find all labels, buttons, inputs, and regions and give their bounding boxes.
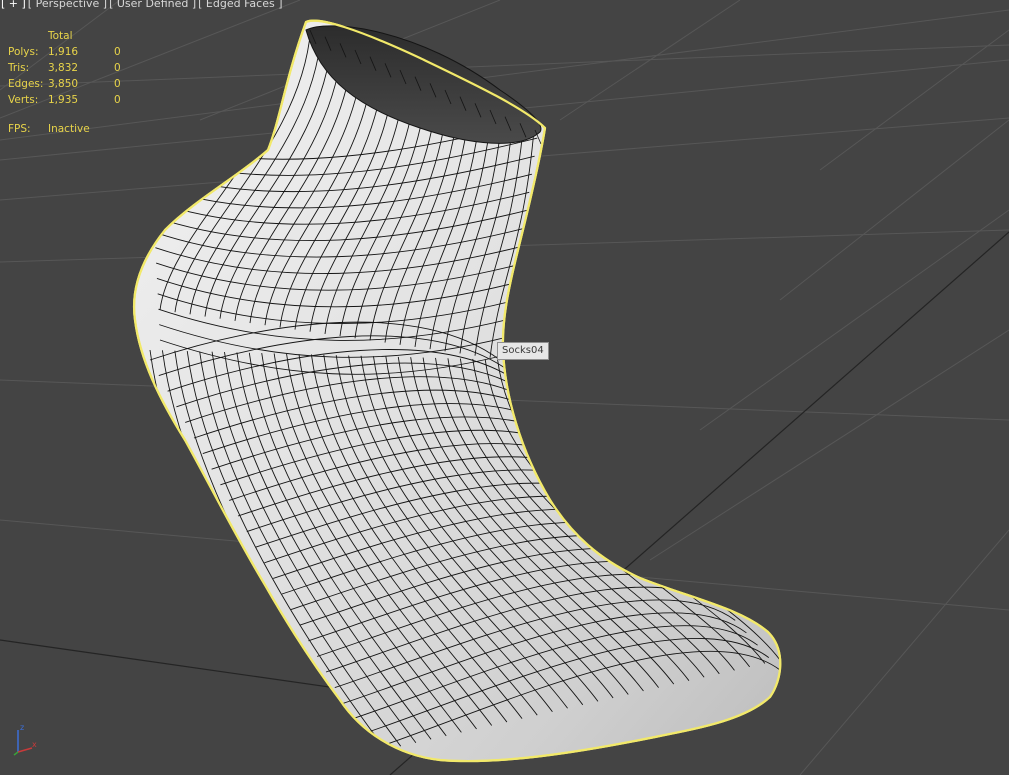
stats-key: Verts: (8, 94, 39, 106)
stats-header-total: Total (48, 30, 73, 42)
viewport-display-menu[interactable]: [ Edged Faces ] (197, 0, 283, 11)
stats-key: Edges: (8, 78, 44, 90)
viewport-pov-menu[interactable]: [ Perspective ] (27, 0, 108, 11)
viewport-general-menu[interactable]: [ + ] (0, 0, 27, 11)
stats-selected: 0 (114, 94, 121, 106)
perspective-viewport[interactable]: [ + ] [ Perspective ] [ User Defined ] [… (0, 0, 1009, 775)
axis-tripod-icon: z x (13, 723, 37, 756)
fps-readout: FPS: Inactive (8, 123, 90, 135)
stats-total: 3,832 (48, 62, 79, 74)
statistics-overlay: Total Polys: 1,916 0 Tris: 3,832 0 Edges… (8, 28, 134, 108)
stats-row: Tris: 3,832 0 (8, 60, 134, 76)
stats-total: 1,916 (48, 46, 79, 58)
stats-row: Verts: 1,935 0 (8, 92, 134, 108)
stats-row: Edges: 3,850 0 (8, 76, 134, 92)
viewport-shading-menu[interactable]: [ User Defined ] (108, 0, 197, 11)
socks04-mesh[interactable] (133, 19, 782, 763)
stats-selected: 0 (114, 78, 121, 90)
stats-header-row: Total (8, 28, 134, 44)
gizmo-x-label: x (32, 740, 37, 749)
stats-row: Polys: 1,916 0 (8, 44, 134, 60)
stats-selected: 0 (114, 46, 121, 58)
stats-key: Tris: (8, 62, 30, 74)
stats-total: 1,935 (48, 94, 79, 106)
fps-label: FPS: (8, 123, 31, 135)
viewport-canvas[interactable] (0, 0, 1009, 775)
stats-total: 3,850 (48, 78, 79, 90)
stats-key: Polys: (8, 46, 39, 58)
stats-selected: 0 (114, 62, 121, 74)
fps-value: Inactive (48, 123, 90, 135)
viewport-label-menu: [ + ] [ Perspective ] [ User Defined ] [… (0, 0, 283, 11)
object-name-tooltip: Socks04 (497, 342, 549, 360)
gizmo-z-label: z (20, 723, 24, 732)
